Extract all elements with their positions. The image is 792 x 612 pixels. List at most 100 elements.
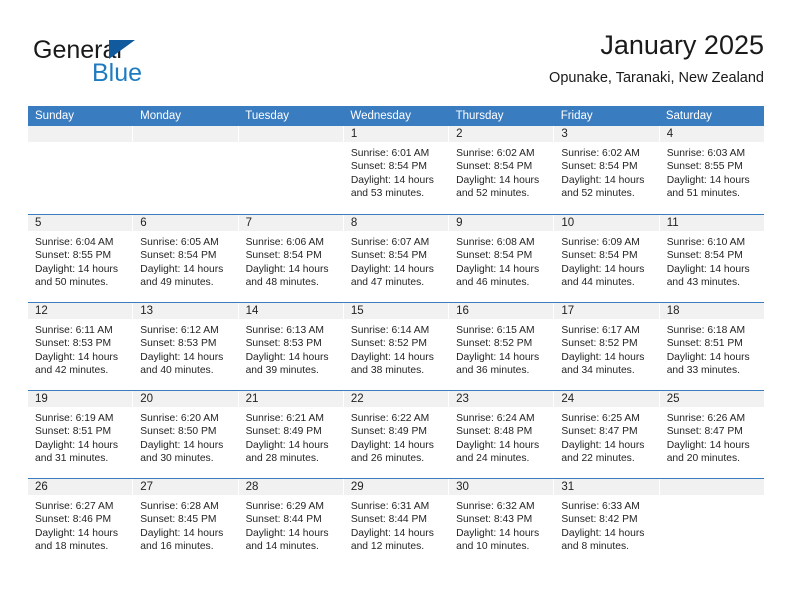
day-number-band: 21 [238, 391, 343, 408]
calendar-day-cell[interactable]: 10 Sunrise: 6:09 AM Sunset: 8:54 PM Dayligh… [554, 215, 660, 302]
daylight-text-line2: and 43 minutes. [666, 277, 740, 289]
day-number-band: 28 [238, 479, 343, 496]
page-subtitle: Opunake, Taranaki, New Zealand [549, 70, 764, 86]
calendar-day-cell[interactable]: 13 Sunrise: 6:12 AM Sunset: 8:53 PM Dayligh… [133, 303, 239, 390]
calendar-day-cell[interactable]: 9 Sunrise: 6:08 AM Sunset: 8:54 PM Daylight… [449, 215, 555, 302]
calendar-day-cell[interactable]: 21 Sunrise: 6:21 AM Sunset: 8:49 PM Dayligh… [238, 391, 344, 478]
sunset-text: Sunset: 8:47 PM [561, 426, 638, 438]
sunrise-text: Sunrise: 6:09 AM [561, 237, 640, 248]
day-number: 11 [666, 217, 679, 229]
day-number: 21 [245, 393, 259, 405]
calendar-day-cell[interactable]: 3 Sunrise: 6:02 AM Sunset: 8:54 PM Daylight… [554, 126, 660, 214]
calendar-day-cell[interactable]: 25 Sunrise: 6:26 AM Sunset: 8:47 PM Dayligh… [659, 391, 764, 478]
sunset-text: Sunset: 8:47 PM [666, 426, 743, 438]
daylight-text-line2: and 16 minutes. [140, 541, 214, 553]
calendar-day-cell[interactable]: 19 Sunrise: 6:19 AM Sunset: 8:51 PM Dayligh… [28, 391, 134, 478]
calendar-day-cell[interactable]: 23 Sunrise: 6:24 AM Sunset: 8:48 PM Dayligh… [449, 391, 555, 478]
calendar-day-cell[interactable]: 30 Sunrise: 6:32 AM Sunset: 8:43 PM Dayligh… [449, 479, 555, 566]
calendar-day-cell[interactable]: 26 Sunrise: 6:27 AM Sunset: 8:46 PM Dayligh… [28, 479, 134, 566]
daylight-text-line2: and 52 minutes. [561, 188, 635, 200]
calendar-day-cell[interactable]: 15 Sunrise: 6:14 AM Sunset: 8:52 PM Dayligh… [343, 303, 450, 390]
calendar-day-cell[interactable]: 24 Sunrise: 6:25 AM Sunset: 8:47 PM Dayligh… [554, 391, 660, 478]
calendar-day-cell[interactable]: 31 Sunrise: 6:33 AM Sunset: 8:42 PM Dayligh… [554, 479, 660, 566]
daylight-text-line2: and 14 minutes. [245, 541, 319, 553]
daylight-text-line1: Daylight: 14 hours [140, 527, 224, 539]
sunrise-text: Sunrise: 6:29 AM [245, 501, 324, 512]
calendar-day-cell[interactable]: 28 Sunrise: 6:29 AM Sunset: 8:44 PM Dayligh… [238, 479, 344, 566]
sunset-text: Sunset: 8:49 PM [350, 426, 427, 438]
calendar-day-cell[interactable]: 5 Sunrise: 6:04 AM Sunset: 8:55 PM Daylight… [28, 215, 134, 302]
sunset-text: Sunset: 8:54 PM [561, 250, 638, 262]
calendar-day-cell[interactable]: 18 Sunrise: 6:18 AM Sunset: 8:51 PM Dayligh… [659, 303, 764, 390]
calendar-day-cell[interactable]: 1 Sunrise: 6:01 AM Sunset: 8:54 PM Daylight… [343, 126, 450, 214]
calendar-day-cell[interactable]: 8 Sunrise: 6:07 AM Sunset: 8:54 PM Daylight… [343, 215, 450, 302]
daylight-text-line1: Daylight: 14 hours [456, 439, 540, 451]
calendar-day-cell[interactable]: 22 Sunrise: 6:22 AM Sunset: 8:49 PM Dayligh… [343, 391, 450, 478]
day-number-band: 23 [449, 391, 554, 408]
daylight-text-line2: and 24 minutes. [456, 453, 530, 465]
calendar-day-cell[interactable]: 7 Sunrise: 6:06 AM Sunset: 8:54 PM Daylight… [238, 215, 344, 302]
daylight-text-line1: Daylight: 14 hours [456, 351, 540, 363]
day-number: 6 [140, 217, 147, 229]
day-details: Sunrise: 6:20 AM Sunset: 8:50 PM Daylight:… [133, 408, 237, 466]
calendar-day-cell[interactable]: 17 Sunrise: 6:17 AM Sunset: 8:52 PM Dayligh… [554, 303, 660, 390]
sunrise-text: Sunrise: 6:27 AM [35, 501, 114, 512]
sunrise-text: Sunrise: 6:02 AM [456, 148, 535, 159]
day-details: Sunrise: 6:15 AM Sunset: 8:52 PM Daylight:… [449, 320, 553, 378]
calendar-day-cell[interactable]: 6 Sunrise: 6:05 AM Sunset: 8:54 PM Daylight… [133, 215, 239, 302]
daylight-text-line1: Daylight: 14 hours [245, 263, 329, 275]
sunset-text: Sunset: 8:52 PM [561, 338, 638, 350]
sunrise-text: Sunrise: 6:22 AM [350, 413, 430, 424]
daylight-text-line1: Daylight: 14 hours [456, 263, 540, 275]
daylight-text-line1: Daylight: 14 hours [35, 439, 118, 451]
day-details: Sunrise: 6:02 AM Sunset: 8:54 PM Daylight:… [554, 143, 658, 201]
daylight-text-line1: Daylight: 14 hours [35, 351, 118, 363]
day-number-band: 25 [659, 391, 764, 408]
calendar-day-cell[interactable]: 4 Sunrise: 6:03 AM Sunset: 8:55 PM Daylight… [659, 126, 764, 214]
calendar-day-cell[interactable]: 29 Sunrise: 6:31 AM Sunset: 8:44 PM Dayligh… [343, 479, 450, 566]
sunrise-text: Sunrise: 6:08 AM [456, 237, 535, 248]
day-number-band: 7 [238, 215, 343, 232]
daylight-text-line2: and 31 minutes. [35, 453, 109, 465]
daylight-text-line1: Daylight: 14 hours [456, 527, 540, 539]
daylight-text-line1: Daylight: 14 hours [350, 351, 434, 363]
daylight-text-line1: Daylight: 14 hours [561, 439, 645, 451]
day-number-band: 1 [343, 126, 449, 143]
calendar-day-cell[interactable]: 12 Sunrise: 6:11 AM Sunset: 8:53 PM Dayligh… [28, 303, 134, 390]
weekday-header-sunday: Sunday [35, 110, 75, 122]
day-details: Sunrise: 6:02 AM Sunset: 8:54 PM Daylight:… [449, 143, 553, 201]
generalblue-logo[interactable]: General Blue [33, 36, 233, 92]
day-number: 24 [561, 393, 575, 405]
day-number: 30 [456, 481, 469, 493]
day-number-band [28, 126, 133, 143]
day-number-band: 11 [659, 215, 764, 232]
calendar-day-cell[interactable]: 2 Sunrise: 6:02 AM Sunset: 8:54 PM Daylight… [449, 126, 555, 214]
sunset-text: Sunset: 8:42 PM [561, 514, 638, 526]
daylight-text-line2: and 34 minutes. [561, 365, 635, 377]
day-details: Sunrise: 6:22 AM Sunset: 8:49 PM Daylight:… [344, 408, 448, 466]
day-number: 25 [666, 393, 680, 405]
day-number: 1 [350, 128, 358, 140]
day-number-band: 30 [449, 479, 554, 496]
calendar-week-row: 19 Sunrise: 6:19 AM Sunset: 8:51 PM Dayligh… [28, 390, 764, 478]
daylight-text-line1: Daylight: 14 hours [35, 527, 118, 539]
day-details: Sunrise: 6:25 AM Sunset: 8:47 PM Daylight:… [554, 408, 658, 466]
sunset-text: Sunset: 8:45 PM [140, 514, 217, 526]
day-details: Sunrise: 6:24 AM Sunset: 8:48 PM Daylight:… [449, 408, 553, 466]
triangle-flag-icon [109, 40, 135, 59]
calendar-day-cell[interactable]: 14 Sunrise: 6:13 AM Sunset: 8:53 PM Dayligh… [238, 303, 344, 390]
daylight-text-line1: Daylight: 14 hours [245, 527, 329, 539]
calendar-day-cell[interactable]: 11 Sunrise: 6:10 AM Sunset: 8:54 PM Dayligh… [659, 215, 764, 302]
sunset-text: Sunset: 8:53 PM [245, 338, 322, 350]
day-number-band [133, 126, 238, 143]
calendar-day-cell[interactable]: 27 Sunrise: 6:28 AM Sunset: 8:45 PM Dayligh… [133, 479, 239, 566]
day-number: 19 [35, 393, 48, 405]
sunrise-text: Sunrise: 6:25 AM [561, 413, 640, 424]
sunrise-text: Sunrise: 6:10 AM [666, 237, 746, 248]
calendar-day-cell[interactable]: 16 Sunrise: 6:15 AM Sunset: 8:52 PM Dayligh… [449, 303, 555, 390]
daylight-text-line1: Daylight: 14 hours [561, 263, 645, 275]
sunrise-text: Sunrise: 6:12 AM [140, 325, 219, 336]
calendar-day-cell[interactable]: 20 Sunrise: 6:20 AM Sunset: 8:50 PM Dayligh… [133, 391, 239, 478]
day-details: Sunrise: 6:26 AM Sunset: 8:47 PM Daylight:… [660, 408, 764, 466]
day-number-band: 26 [28, 479, 133, 496]
